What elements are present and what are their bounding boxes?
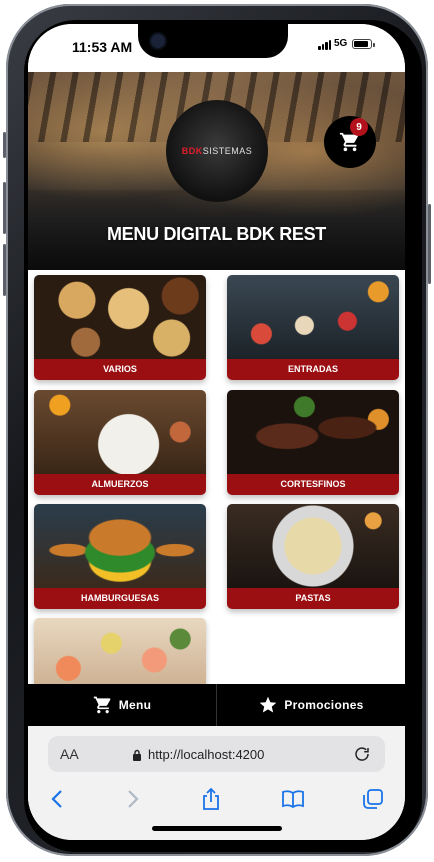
front-camera: [151, 34, 165, 48]
category-image: [34, 504, 206, 588]
cart-count-badge: 9: [350, 118, 368, 136]
browser-toolbar: [28, 786, 405, 816]
category-image: [34, 618, 206, 684]
cart-icon: [93, 696, 111, 714]
category-card-cortesfinos[interactable]: CORTESFINOS: [227, 390, 399, 495]
category-image: [227, 504, 399, 588]
network-label: 5G: [334, 38, 348, 49]
tabs-button[interactable]: [360, 786, 386, 812]
logo-brand-highlight: BDK: [181, 146, 203, 156]
category-grid: VARIOS ENTRADAS ALMUERZOS CORTESFINOS HA…: [28, 270, 405, 684]
back-icon: [51, 790, 62, 808]
reload-icon[interactable]: [353, 745, 371, 763]
back-button[interactable]: [44, 786, 70, 812]
category-card-hamburguesas[interactable]: HAMBURGUESAS: [34, 504, 206, 609]
bookmarks-button[interactable]: [280, 786, 306, 812]
category-image: [34, 390, 206, 474]
screen: 11:53 AM 5G BDKSISTEMAS 9 MENU DIGITAL B…: [28, 24, 405, 840]
category-image: [227, 275, 399, 359]
category-label: PASTAS: [227, 588, 399, 609]
tabs-icon: [363, 789, 383, 809]
signal-icon: [318, 40, 331, 50]
category-card-mariscos[interactable]: [34, 618, 206, 684]
category-card-varios[interactable]: VARIOS: [34, 275, 206, 380]
logo-brand-rest: SISTEMAS: [202, 146, 253, 156]
power-button: [428, 204, 431, 284]
volume-down-button: [3, 244, 6, 296]
status-time: 11:53 AM: [72, 39, 133, 55]
star-icon: [259, 696, 277, 713]
logo-text: BDKSISTEMAS: [182, 146, 253, 156]
home-indicator: [152, 826, 282, 831]
bookmarks-icon: [282, 790, 304, 809]
status-bar: 11:53 AM 5G: [28, 24, 405, 72]
category-label: HAMBURGUESAS: [34, 588, 206, 609]
forward-icon: [128, 790, 139, 808]
category-label: CORTESFINOS: [227, 474, 399, 495]
bottom-nav: Menu Promociones: [28, 684, 405, 726]
battery-icon: [352, 39, 375, 49]
nav-promociones-label: Promociones: [284, 698, 364, 712]
category-label: ENTRADAS: [227, 359, 399, 380]
volume-up-button: [3, 182, 6, 234]
brand-logo: BDKSISTEMAS: [166, 100, 268, 202]
mute-switch: [3, 132, 6, 158]
category-card-pastas[interactable]: PASTAS: [227, 504, 399, 609]
category-label: ALMUERZOS: [34, 474, 206, 495]
forward-button[interactable]: [120, 786, 146, 812]
browser-chrome: AA http://localhost:4200: [28, 726, 405, 840]
hero-banner: BDKSISTEMAS 9 MENU DIGITAL BDK REST: [28, 72, 405, 270]
share-button[interactable]: [198, 786, 224, 812]
page-title: MENU DIGITAL BDK REST: [106, 224, 327, 244]
category-card-almuerzos[interactable]: ALMUERZOS: [34, 390, 206, 495]
address-bar[interactable]: AA http://localhost:4200: [48, 736, 385, 772]
share-icon: [203, 787, 219, 810]
reader-aa-button[interactable]: AA: [60, 746, 79, 762]
lock-icon: [133, 749, 141, 761]
category-label: VARIOS: [34, 359, 206, 380]
nav-menu-tab[interactable]: Menu: [28, 684, 216, 726]
url-text: http://localhost:4200: [148, 747, 265, 762]
category-image: [34, 275, 206, 359]
category-card-entradas[interactable]: ENTRADAS: [227, 275, 399, 380]
nav-menu-label: Menu: [118, 698, 152, 712]
category-image: [227, 390, 399, 474]
nav-promociones-tab[interactable]: Promociones: [216, 684, 405, 726]
